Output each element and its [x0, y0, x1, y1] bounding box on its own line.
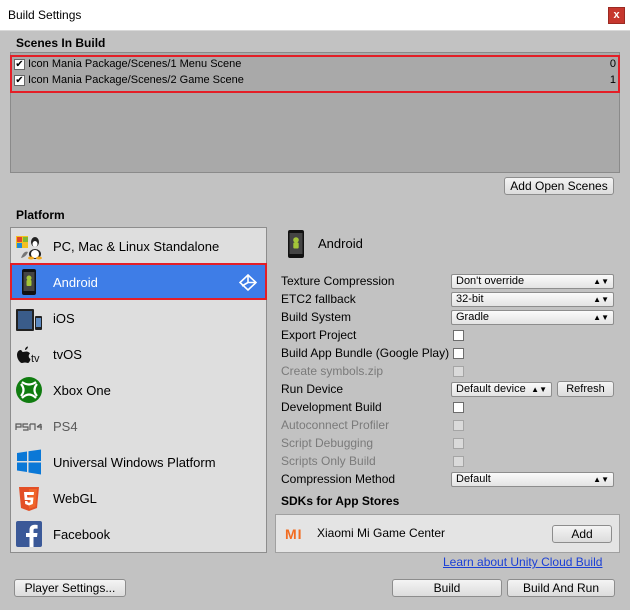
script-debugging-label: Script Debugging: [281, 436, 374, 450]
scenes-section-label: Scenes In Build: [16, 36, 106, 50]
export-project-label: Export Project: [281, 328, 357, 342]
build-button[interactable]: Build: [392, 579, 502, 597]
scripts-only-build-label: Scripts Only Build: [281, 454, 376, 468]
scene-highlight-box: [10, 55, 620, 93]
platform-label: PC, Mac & Linux Standalone: [53, 239, 220, 254]
scripts-only-build-checkbox: [453, 456, 464, 467]
window-titlebar: Build Settings x: [0, 0, 630, 31]
etc2-fallback-label: ETC2 fallback: [281, 292, 356, 306]
build-system-dropdown[interactable]: Gradle ▲▼: [451, 310, 614, 325]
dropdown-arrow-icon: ▲▼: [593, 295, 609, 304]
sdks-section-label: SDKs for App Stores: [281, 494, 400, 508]
dropdown-arrow-icon: ▲▼: [593, 277, 609, 286]
platform-label: iOS: [53, 311, 75, 326]
export-project-checkbox[interactable]: [453, 330, 464, 341]
etc2-fallback-value: 32-bit: [456, 293, 484, 305]
etc2-fallback-dropdown[interactable]: 32-bit ▲▼: [451, 292, 614, 307]
platform-label: PS4: [53, 419, 78, 434]
windows-icon: [17, 449, 41, 475]
dropdown-arrow-icon: ▲▼: [593, 475, 609, 484]
development-build-checkbox[interactable]: [453, 402, 464, 413]
autoconnect-profiler-checkbox: [453, 420, 464, 431]
texture-compression-label: Texture Compression: [281, 274, 395, 288]
refresh-devices-button[interactable]: Refresh: [557, 381, 614, 397]
run-device-label: Run Device: [281, 382, 344, 396]
platform-item-standalone[interactable]: PC, Mac & Linux Standalone: [11, 228, 266, 264]
sdk-name: Xiaomi Mi Game Center: [317, 526, 446, 540]
android-device-icon: [288, 230, 304, 258]
texture-compression-dropdown[interactable]: Don't override ▲▼: [451, 274, 614, 289]
compression-method-label: Compression Method: [281, 472, 396, 486]
platform-item-ps4[interactable]: PS4: [11, 408, 266, 444]
svg-text:tv: tv: [31, 353, 40, 365]
platform-label: Universal Windows Platform: [53, 455, 216, 470]
platform-section-label: Platform: [16, 208, 65, 222]
platform-item-xbox[interactable]: Xbox One: [11, 372, 266, 408]
build-system-label: Build System: [281, 310, 352, 324]
xiaomi-logo-icon: MI: [285, 526, 303, 542]
run-device-dropdown[interactable]: Default device ▲▼: [451, 382, 552, 397]
run-device-value: Default device: [456, 383, 526, 395]
player-settings-button[interactable]: Player Settings...: [14, 579, 126, 597]
pc-mac-linux-icon: [16, 236, 42, 260]
create-symbols-label: Create symbols.zip: [281, 364, 384, 378]
platform-label: WebGL: [53, 491, 97, 506]
dropdown-arrow-icon: ▲▼: [593, 313, 609, 322]
platform-item-webgl[interactable]: WebGL: [11, 480, 266, 516]
platform-item-facebook[interactable]: Facebook: [11, 516, 266, 552]
script-debugging-checkbox: [453, 438, 464, 449]
create-symbols-checkbox: [453, 366, 464, 377]
sdk-item-xiaomi: MI Xiaomi Mi Game Center Add: [275, 514, 620, 553]
platform-label: Xbox One: [53, 383, 111, 398]
close-button[interactable]: x: [608, 7, 625, 24]
build-app-bundle-label: Build App Bundle (Google Play): [281, 346, 449, 360]
build-and-run-button[interactable]: Build And Run: [507, 579, 615, 597]
add-open-scenes-button[interactable]: Add Open Scenes: [504, 177, 614, 195]
xbox-icon: [16, 377, 42, 403]
add-sdk-button[interactable]: Add: [552, 525, 612, 543]
unity-cloud-build-link[interactable]: Learn about Unity Cloud Build: [443, 555, 602, 569]
build-system-value: Gradle: [456, 311, 490, 323]
compression-method-value: Default: [456, 473, 491, 485]
html5-icon: [19, 487, 39, 511]
dropdown-arrow-icon: ▲▼: [531, 385, 547, 394]
window-title: Build Settings: [8, 8, 82, 22]
platform-label: Facebook: [53, 527, 111, 542]
compression-method-dropdown[interactable]: Default ▲▼: [451, 472, 614, 487]
autoconnect-profiler-label: Autoconnect Profiler: [281, 418, 390, 432]
platform-item-ios[interactable]: iOS: [11, 300, 266, 336]
ios-icon: [16, 309, 42, 331]
build-app-bundle-checkbox[interactable]: [453, 348, 464, 359]
facebook-icon: [16, 521, 42, 547]
platform-label: tvOS: [53, 347, 82, 362]
texture-compression-value: Don't override: [456, 275, 525, 287]
platform-item-uwp[interactable]: Universal Windows Platform: [11, 444, 266, 480]
ps4-icon: [15, 423, 42, 431]
android-highlight-box: [10, 263, 267, 300]
development-build-label: Development Build: [281, 400, 382, 414]
platform-item-tvos[interactable]: tv tvOS: [11, 336, 266, 372]
tvos-icon: tv: [17, 346, 40, 365]
settings-platform-title: Android: [318, 236, 363, 251]
